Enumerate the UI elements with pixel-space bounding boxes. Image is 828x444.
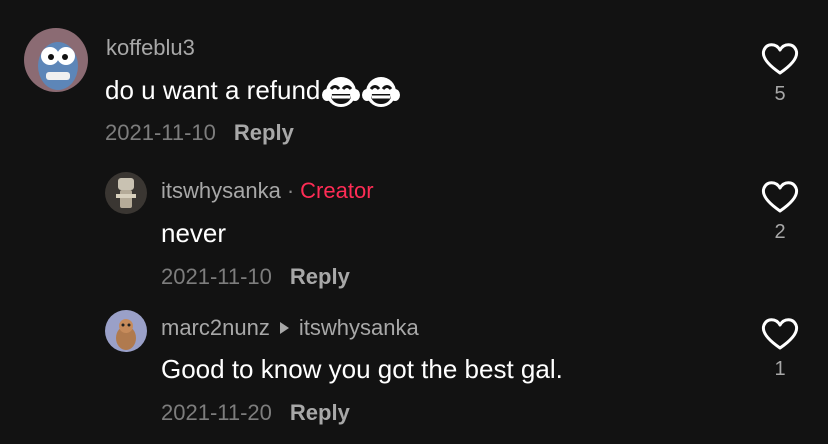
comment-username[interactable]: koffeblu3 — [106, 35, 195, 61]
avatar-koffeblu3[interactable] — [24, 28, 88, 92]
reply-to-username[interactable]: itswhysanka — [299, 315, 419, 340]
avatar-image — [105, 310, 147, 352]
comment-text: never — [161, 218, 227, 248]
like-count: 5 — [774, 83, 786, 105]
reply-arrow-icon — [279, 322, 289, 335]
reply-button[interactable]: Reply — [234, 120, 294, 145]
comment-text: Good to know you got the best gal. — [161, 354, 563, 384]
comment-meta: 2021-11-20 Reply — [161, 400, 350, 426]
avatar-image — [105, 172, 147, 214]
tears-of-joy-emoji — [362, 77, 401, 108]
creator-badge: Creator — [300, 178, 374, 203]
heart-outline-icon — [761, 43, 799, 75]
comment-text: do u want a refund — [105, 74, 401, 110]
tears-of-joy-emoji — [322, 77, 361, 108]
reply-button[interactable]: Reply — [290, 264, 350, 289]
comment-date: 2021-11-10 — [105, 120, 216, 145]
comment-username[interactable]: itswhysanka — [161, 178, 281, 203]
comment-username[interactable]: marc2nunz — [161, 315, 270, 340]
comment-text-content: do u want a refund — [105, 75, 321, 105]
comment-meta: 2021-11-10 Reply — [161, 264, 350, 290]
like-button[interactable]: 5 — [760, 42, 800, 106]
avatar-marc2nunz[interactable] — [105, 310, 147, 352]
comment-header: marc2nunz itswhysanka — [161, 315, 419, 341]
like-count: 2 — [774, 221, 786, 243]
avatar-image — [24, 28, 88, 92]
separator-dot: · — [286, 178, 295, 203]
heart-outline-icon — [761, 181, 799, 213]
comment-date: 2021-11-20 — [161, 400, 272, 425]
comment-header: itswhysanka · Creator — [161, 178, 374, 204]
reply-button[interactable]: Reply — [290, 400, 350, 425]
comment-date: 2021-11-10 — [161, 264, 272, 289]
like-button[interactable]: 1 — [760, 317, 800, 381]
comment-meta: 2021-11-10 Reply — [105, 120, 294, 146]
like-count: 1 — [774, 358, 786, 380]
like-button[interactable]: 2 — [760, 180, 800, 244]
heart-outline-icon — [761, 318, 799, 350]
avatar-itswhysanka[interactable] — [105, 172, 147, 214]
